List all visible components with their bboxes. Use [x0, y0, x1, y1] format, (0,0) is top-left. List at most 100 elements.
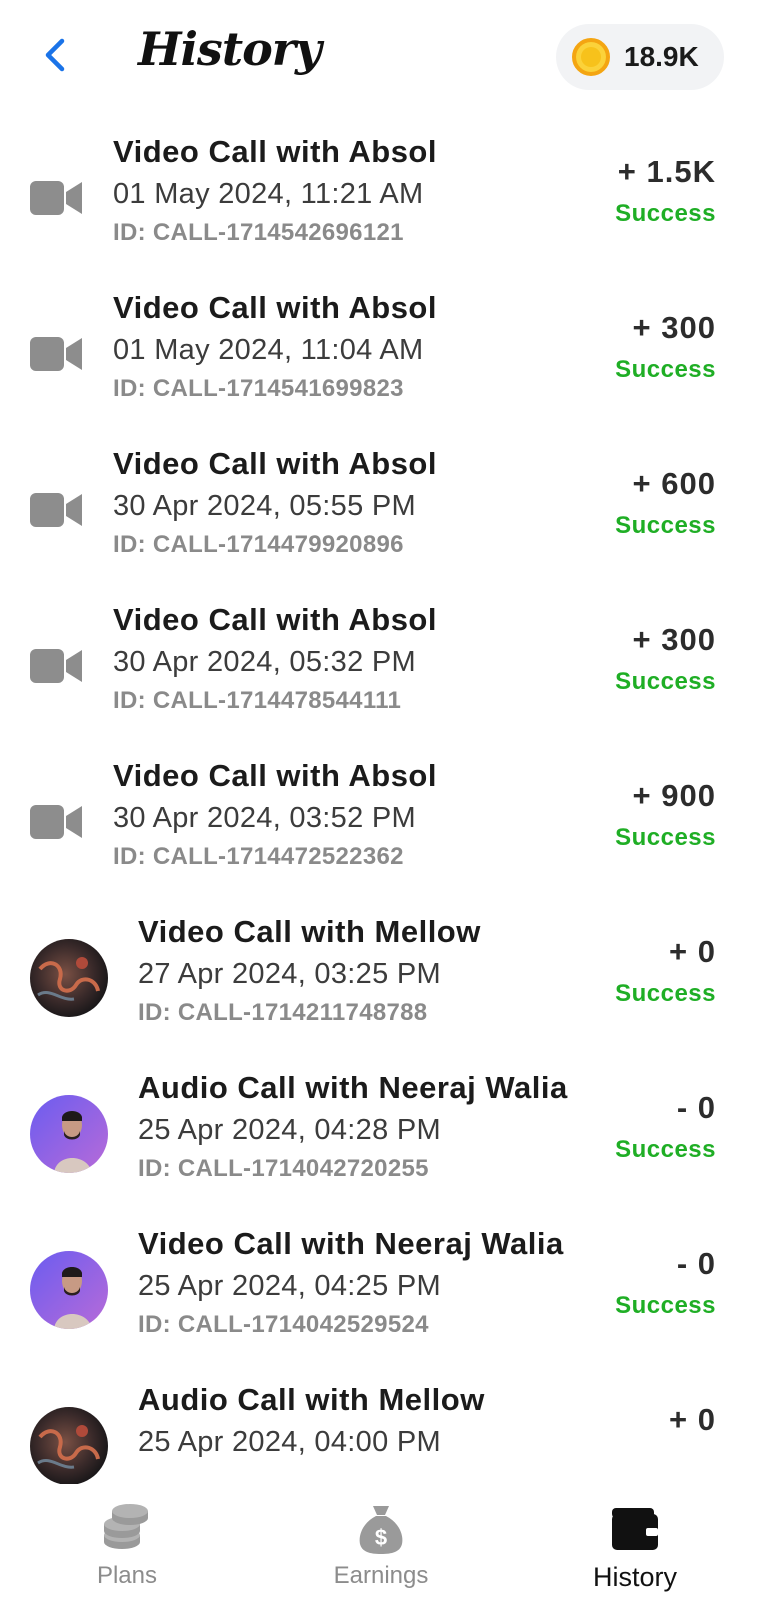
transaction-amount: - 0 [676, 1090, 716, 1125]
transaction-amount-block: + 600 Success [615, 466, 716, 540]
app-header: History 18.9K [0, 0, 762, 118]
transaction-call-id: ID: CALL-1714479920896 [113, 531, 404, 558]
status-badge: Success [615, 1136, 716, 1163]
transaction-date: 30 Apr 2024, 05:55 PM [113, 490, 416, 522]
transaction-amount: + 300 [632, 310, 716, 345]
transaction-date: 01 May 2024, 11:04 AM [113, 334, 424, 366]
video-camera-icon [30, 742, 84, 902]
money-bag-icon: $ [359, 1506, 403, 1554]
transaction-title: Audio Call with Neeraj Walia [138, 1070, 568, 1105]
video-camera-icon [30, 118, 84, 278]
coins-stack-icon [104, 1504, 148, 1549]
svg-text:$: $ [375, 1525, 387, 1550]
transaction-details: Video Call with Absol 01 May 2024, 11:21 … [113, 134, 437, 247]
transaction-amount: - 0 [676, 1246, 716, 1281]
transaction-details: Video Call with Absol 30 Apr 2024, 05:55 … [113, 446, 437, 559]
status-badge: Success [615, 668, 716, 695]
transaction-call-id: ID: CALL-1714042529524 [138, 1311, 429, 1338]
coin-balance-badge[interactable]: 18.9K [556, 24, 724, 90]
transaction-amount-block: + 0 [669, 1402, 716, 1448]
transaction-title: Video Call with Neeraj Walia [138, 1226, 564, 1261]
avatar-mellow [30, 939, 108, 1017]
transaction-title: Video Call with Absol [113, 758, 437, 793]
chevron-left-icon [45, 38, 65, 72]
avatar [30, 1054, 108, 1214]
transaction-details: Video Call with Absol 30 Apr 2024, 05:32 … [113, 602, 437, 715]
status-badge: Success [615, 512, 716, 539]
status-badge: Success [615, 824, 716, 851]
transaction-call-id: ID: CALL-1714472522362 [113, 843, 404, 870]
transaction-date: 30 Apr 2024, 03:52 PM [113, 802, 416, 834]
transaction-date: 25 Apr 2024, 04:00 PM [138, 1426, 441, 1458]
transaction-row[interactable]: Audio Call with Mellow 25 Apr 2024, 04:00… [0, 1366, 762, 1484]
avatar [30, 1210, 108, 1370]
transaction-call-id: ID: CALL-1714211748788 [138, 999, 428, 1026]
nav-item-earnings[interactable]: $ Earnings [254, 1484, 508, 1600]
transaction-details: Video Call with Mellow 27 Apr 2024, 03:25… [138, 914, 481, 1027]
avatar [30, 898, 108, 1058]
avatar-mellow [30, 1407, 108, 1484]
transaction-details: Audio Call with Neeraj Walia 25 Apr 2024,… [138, 1070, 568, 1183]
coin-balance-value: 18.9K [624, 41, 699, 72]
transaction-row[interactable]: Video Call with Absol 01 May 2024, 11:21 … [0, 118, 762, 278]
transaction-title: Video Call with Absol [113, 134, 437, 169]
transaction-date: 01 May 2024, 11:21 AM [113, 178, 424, 210]
transaction-row[interactable]: Video Call with Neeraj Walia 25 Apr 2024,… [0, 1210, 762, 1370]
transaction-details: Audio Call with Mellow 25 Apr 2024, 04:00… [138, 1382, 485, 1467]
transaction-title: Audio Call with Mellow [138, 1382, 485, 1417]
avatar [30, 1366, 108, 1484]
nav-item-history[interactable]: History [508, 1484, 762, 1600]
transaction-details: Video Call with Absol 30 Apr 2024, 03:52 … [113, 758, 437, 871]
transaction-amount-block: + 900 Success [615, 778, 716, 852]
transaction-call-id: ID: CALL-1714478544111 [113, 687, 402, 714]
transaction-amount: + 0 [669, 934, 716, 969]
back-button[interactable] [30, 30, 80, 80]
transaction-row[interactable]: Video Call with Absol 30 Apr 2024, 03:52 … [0, 742, 762, 902]
coin-icon [572, 38, 610, 76]
transaction-row[interactable]: Video Call with Absol 30 Apr 2024, 05:55 … [0, 430, 762, 590]
transaction-date: 27 Apr 2024, 03:25 PM [138, 958, 441, 990]
transaction-row[interactable]: Video Call with Absol 01 May 2024, 11:04 … [0, 274, 762, 434]
transaction-title: Video Call with Mellow [138, 914, 481, 949]
transaction-title: Video Call with Absol [113, 446, 437, 481]
video-camera-icon [30, 586, 84, 746]
transaction-row[interactable]: Audio Call with Neeraj Walia 25 Apr 2024,… [0, 1054, 762, 1214]
transaction-amount-block: + 1.5K Success [615, 154, 716, 228]
transaction-amount-block: - 0 Success [615, 1246, 716, 1320]
status-badge: Success [615, 200, 716, 227]
bottom-navigation: Plans $ Earnings History [0, 1484, 762, 1600]
transaction-row[interactable]: Video Call with Absol 30 Apr 2024, 05:32 … [0, 586, 762, 746]
transaction-title: Video Call with Absol [113, 602, 437, 637]
transaction-details: Video Call with Absol 01 May 2024, 11:04 … [113, 290, 437, 403]
status-badge: Success [615, 356, 716, 383]
transaction-amount: + 900 [632, 778, 716, 813]
transaction-amount-block: + 300 Success [615, 310, 716, 384]
status-badge: Success [615, 1292, 716, 1319]
transaction-row[interactable]: Video Call with Mellow 27 Apr 2024, 03:25… [0, 898, 762, 1058]
transaction-title: Video Call with Absol [113, 290, 437, 325]
transaction-amount: + 300 [632, 622, 716, 657]
avatar-neeraj-walia [30, 1251, 108, 1329]
avatar-neeraj-walia [30, 1095, 108, 1173]
wallet-icon [612, 1508, 658, 1550]
transaction-details: Video Call with Neeraj Walia 25 Apr 2024,… [138, 1226, 564, 1339]
transaction-amount: + 0 [669, 1402, 716, 1437]
page-title: History [138, 22, 322, 76]
transaction-list[interactable]: Video Call with Absol 01 May 2024, 11:21 … [0, 118, 762, 1484]
transaction-amount-block: - 0 Success [615, 1090, 716, 1164]
transaction-amount-block: + 0 Success [615, 934, 716, 1008]
transaction-date: 30 Apr 2024, 05:32 PM [113, 646, 416, 678]
video-camera-icon [30, 274, 84, 434]
transaction-date: 25 Apr 2024, 04:25 PM [138, 1270, 441, 1302]
transaction-amount: + 600 [632, 466, 716, 501]
video-camera-icon [30, 430, 84, 590]
transaction-call-id: ID: CALL-1714542696121 [113, 219, 404, 246]
nav-label-history: History [592, 1562, 677, 1592]
transaction-date: 25 Apr 2024, 04:28 PM [138, 1114, 441, 1146]
nav-label-plans: Plans [96, 1562, 158, 1589]
nav-item-plans[interactable]: Plans [0, 1484, 254, 1600]
nav-label-earnings: Earnings [333, 1562, 429, 1589]
transaction-amount: + 1.5K [617, 154, 716, 189]
transaction-call-id: ID: CALL-1714541699823 [113, 375, 404, 402]
transaction-amount-block: + 300 Success [615, 622, 716, 696]
